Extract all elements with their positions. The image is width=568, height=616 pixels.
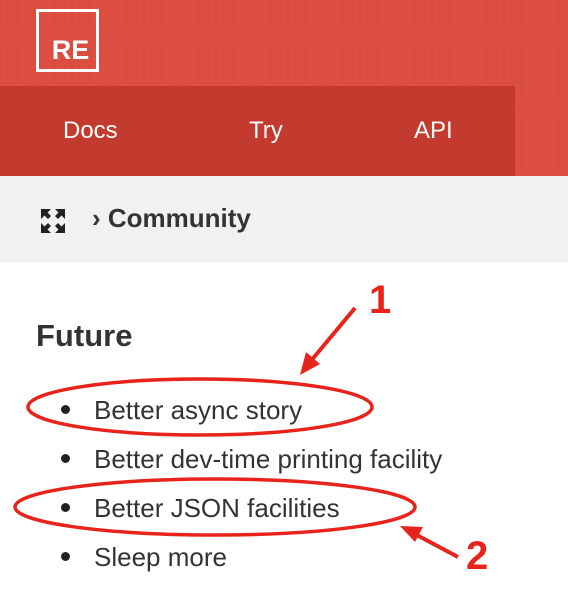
future-list: Better async story Better dev-time print… <box>58 390 442 586</box>
breadcrumb: › Community <box>0 176 568 262</box>
annotation-number-1: 1 <box>369 278 392 322</box>
breadcrumb-community[interactable]: › Community <box>92 203 251 234</box>
list-item: Better async story <box>58 390 442 439</box>
nav-api[interactable]: API <box>414 86 453 176</box>
site-header: RE Docs Try API <box>0 0 568 176</box>
list-item: Better dev-time printing facility <box>58 439 442 488</box>
nav-docs[interactable]: Docs <box>63 86 118 176</box>
expand-arrows-icon[interactable] <box>39 207 67 235</box>
top-nav: Docs Try API <box>0 86 515 176</box>
section-title: Future <box>36 318 133 353</box>
list-item: Better JSON facilities <box>58 488 442 537</box>
list-item: Sleep more <box>58 537 442 586</box>
nav-try[interactable]: Try <box>249 86 283 176</box>
logo[interactable]: RE <box>36 9 99 72</box>
logo-text: RE <box>51 35 90 65</box>
annotation-number-2: 2 <box>466 534 489 578</box>
